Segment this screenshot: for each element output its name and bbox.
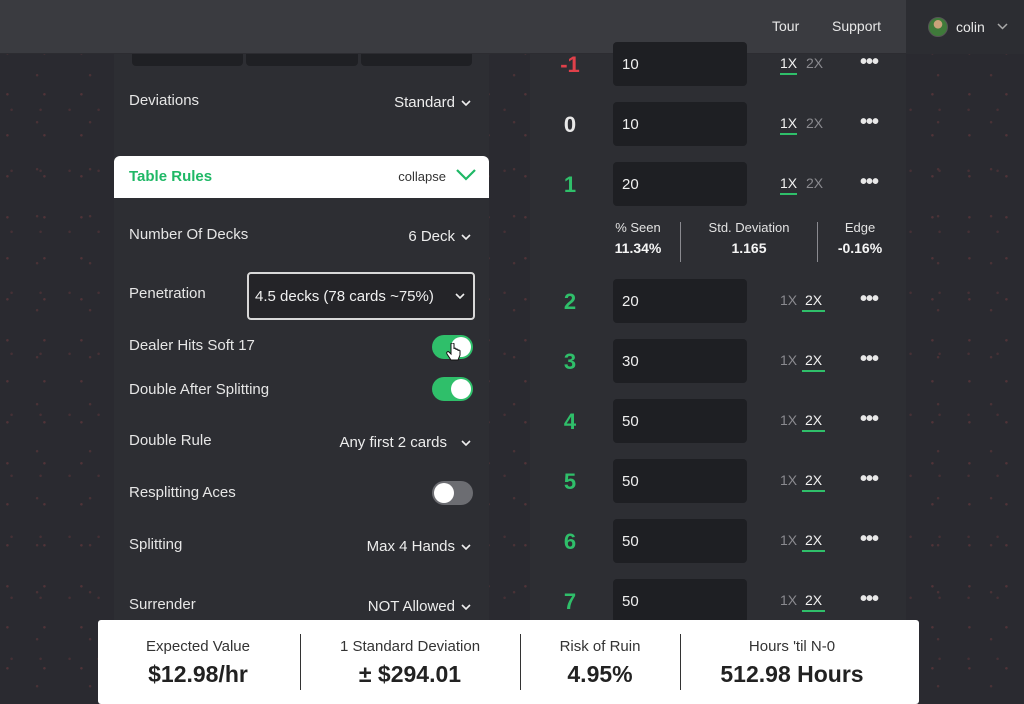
chevron-down-icon [997,21,1008,33]
multiplier-2x-button[interactable]: 2X [802,592,826,612]
bet-amount-input[interactable] [613,459,747,503]
multiplier-1x-button[interactable]: 1X [780,592,797,610]
multiplier-1x-button[interactable]: 1X [780,412,797,430]
multiplier-2x-button[interactable]: 2X [806,175,823,193]
surrender-select[interactable]: NOT Allowed [368,598,471,615]
decks-select[interactable]: 6 Deck [408,228,471,245]
top-bar: Tour Support colin [0,0,1024,54]
dealer-soft17-label: Dealer Hits Soft 17 [129,337,255,354]
multiplier-2x-button[interactable]: 2X [802,292,826,312]
expected-value: Expected Value $12.98/hr [146,638,250,687]
resplit-aces-label: Resplitting Aces [129,484,236,501]
double-rule-label: Double Rule [129,432,212,449]
more-options-icon[interactable]: ••• [860,51,879,74]
summary-bar: Expected Value $12.98/hr 1 Standard Devi… [98,620,919,704]
bet-amount-input[interactable] [613,279,747,323]
true-count-label: 5 [563,469,577,494]
more-options-icon[interactable]: ••• [860,111,879,134]
multiplier-1x-button[interactable]: 1X [780,472,797,490]
edge-stat: Edge -0.16% [837,220,883,256]
more-options-icon[interactable]: ••• [860,288,879,311]
multiplier-1x-button[interactable]: 1X [780,175,798,195]
more-options-icon[interactable]: ••• [860,348,879,371]
more-options-icon[interactable]: ••• [860,468,879,491]
bet-amount-input[interactable] [613,579,747,623]
support-link[interactable]: Support [832,18,881,34]
multiplier-2x-button[interactable]: 2X [802,352,826,372]
multiplier-1x-button[interactable]: 1X [780,115,798,135]
chevron-down-icon [461,437,471,449]
multiplier-1x-button[interactable]: 1X [780,55,798,75]
chevron-down-icon [461,231,471,243]
splitting-select[interactable]: Max 4 Hands [367,538,471,555]
splitting-label: Splitting [129,536,183,553]
chevron-down-icon [461,601,471,613]
multiplier-2x-button[interactable]: 2X [802,472,826,492]
true-count-label: 4 [563,409,577,434]
bet-amount-input[interactable] [613,162,747,206]
resplit-aces-toggle[interactable] [432,481,473,505]
das-toggle[interactable] [432,377,473,401]
bet-amount-input[interactable] [613,519,747,563]
bet-amount-input[interactable] [613,399,747,443]
stat-divider [817,222,818,262]
true-count-label: -1 [560,52,580,77]
double-rule-select[interactable]: Any first 2 cards [339,434,471,451]
tour-link[interactable]: Tour [772,18,799,34]
more-options-icon[interactable]: ••• [860,528,879,551]
true-count-label: 6 [563,529,577,554]
chevron-down-icon [461,97,471,109]
multiplier-1x-button[interactable]: 1X [780,532,797,550]
true-count-label: 7 [563,589,577,614]
std-stat: Std. Deviation 1.165 [708,220,790,256]
settings-panel: Deviations Standard Table Rules collapse… [114,54,489,620]
true-count-label: 3 [563,349,577,374]
multiplier-2x-button[interactable]: 2X [806,115,823,133]
surrender-label: Surrender [129,596,196,613]
table-rules-header[interactable]: Table Rules collapse [114,156,489,198]
bet-amount-input[interactable] [613,42,747,86]
decks-label: Number Of Decks [129,226,249,243]
table-rules-title: Table Rules [129,168,213,185]
more-options-icon[interactable]: ••• [860,171,879,194]
deviations-label: Deviations [129,92,200,109]
penetration-select[interactable]: 4.5 decks (78 cards ~75%) [247,272,475,320]
bet-amount-input[interactable] [613,102,747,146]
summary-divider [520,634,521,690]
multiplier-2x-button[interactable]: 2X [802,412,826,432]
seen-stat: % Seen 11.34% [614,220,662,256]
summary-divider [300,634,301,690]
more-options-icon[interactable]: ••• [860,408,879,431]
deviations-select[interactable]: Standard [394,94,471,111]
summary-divider [680,634,681,690]
avatar [928,17,948,37]
true-count-label: 0 [563,112,577,137]
risk-of-ruin: Risk of Ruin 4.95% [559,638,641,687]
multiplier-2x-button[interactable]: 2X [802,532,826,552]
multiplier-2x-button[interactable]: 2X [806,55,823,73]
chevron-down-icon [455,290,465,302]
bet-amount-input[interactable] [613,339,747,383]
multiplier-1x-button[interactable]: 1X [780,292,797,310]
user-name: colin [956,19,985,35]
true-count-label: 1 [563,172,577,197]
stat-divider [680,222,681,262]
multiplier-1x-button[interactable]: 1X [780,352,797,370]
hours-til-n0: Hours 'til N-0 512.98 Hours [720,638,864,687]
more-options-icon[interactable]: ••• [860,588,879,611]
stats-row: % Seen 11.34% Std. Deviation 1.165 Edge … [590,220,890,264]
collapse-button[interactable]: collapse [398,169,446,184]
penetration-label: Penetration [129,285,206,302]
true-count-label: 2 [563,289,577,314]
chevron-down-icon [461,541,471,553]
hand-cursor-icon [446,342,462,368]
top-cells [132,54,472,66]
bet-spread-panel: -1 1X 2X ••• 0 1X 2X ••• 1 1X 2X ••• 2 1X 2X ••• 3 1X 2X ••… [530,42,906,623]
das-label: Double After Splitting [129,381,270,398]
standard-deviation: 1 Standard Deviation ± $294.01 [339,638,481,687]
user-menu[interactable]: colin [906,0,1024,54]
chevron-down-icon[interactable] [455,168,477,187]
